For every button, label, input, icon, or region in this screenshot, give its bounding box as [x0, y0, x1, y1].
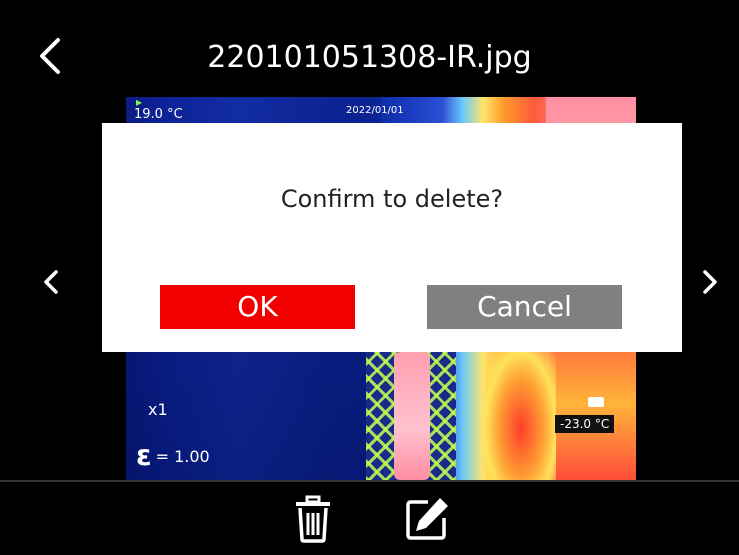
cancel-button[interactable]: Cancel	[427, 285, 622, 329]
hot-spot-marker-icon	[588, 397, 604, 407]
ok-button[interactable]: OK	[160, 285, 355, 329]
header-bar: 220101051308-IR.jpg	[0, 0, 739, 95]
chevron-left-icon	[44, 270, 58, 294]
edit-button[interactable]	[402, 494, 452, 544]
emissivity-value: = 1.00	[155, 446, 210, 466]
spot-temperature-label: -23.0 °C	[555, 415, 615, 433]
toolbar-divider	[0, 480, 739, 482]
emissivity-readout: ε = 1.00	[136, 439, 210, 472]
delete-button[interactable]	[290, 494, 336, 544]
chevron-right-icon	[703, 270, 717, 294]
trash-icon	[296, 495, 330, 543]
file-title: 220101051308-IR.jpg	[207, 40, 532, 75]
capture-datetime: 2022/01/01	[346, 105, 404, 116]
next-image-button[interactable]	[695, 262, 725, 302]
bottom-toolbar	[0, 480, 739, 555]
emissivity-symbol: ε	[136, 439, 152, 472]
dialog-message: Confirm to delete?	[280, 185, 504, 213]
previous-image-button[interactable]	[36, 262, 66, 302]
delete-confirm-dialog: Confirm to delete? OK Cancel	[102, 123, 682, 352]
min-temperature-label: 19.0 °C	[134, 107, 183, 122]
zoom-level: x1	[148, 400, 168, 419]
edit-icon	[406, 498, 448, 540]
